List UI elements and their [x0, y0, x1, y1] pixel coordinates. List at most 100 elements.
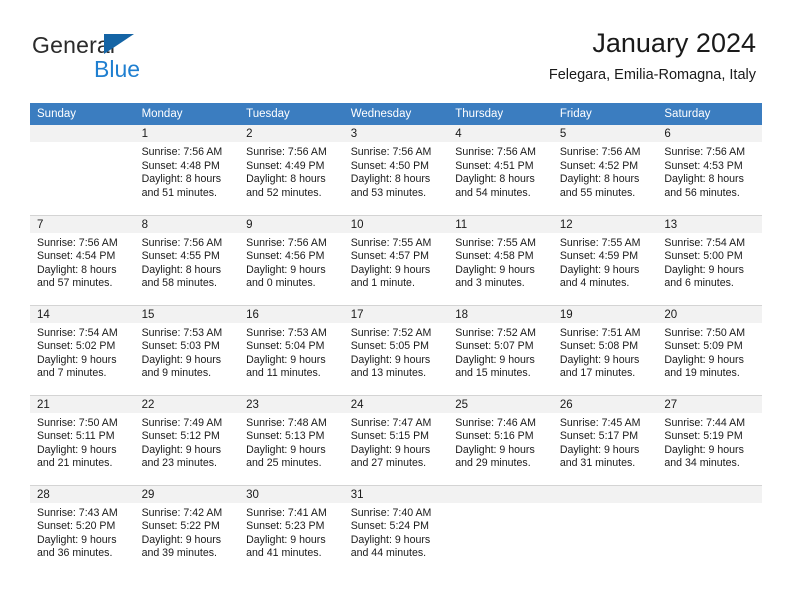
daylight-text-line1: Daylight: 9 hours	[141, 353, 222, 366]
day-cell[interactable]: 7 Sunrise: 7:56 AM Sunset: 4:54 PM Dayli…	[30, 214, 135, 305]
day-cell[interactable]: 15 Sunrise: 7:53 AM Sunset: 5:03 PM Dayl…	[134, 304, 240, 395]
day-cell[interactable]: 19 Sunrise: 7:51 AM Sunset: 5:08 PM Dayl…	[552, 304, 658, 395]
sunrise-text: Sunrise: 7:56 AM	[141, 146, 223, 158]
day-cell[interactable]: 21 Sunrise: 7:50 AM Sunset: 5:11 PM Dayl…	[30, 394, 135, 485]
daylight-text-line2: and 4 minutes.	[559, 277, 630, 290]
sunset-text: Sunset: 5:07 PM	[455, 340, 534, 353]
sunset-text: Sunset: 4:54 PM	[37, 250, 116, 263]
daylight-text-line1: Daylight: 9 hours	[246, 263, 326, 276]
day-cell[interactable]: 16 Sunrise: 7:53 AM Sunset: 5:04 PM Dayl…	[239, 304, 344, 395]
day-number: 12	[552, 215, 658, 233]
day-cell[interactable]: 10 Sunrise: 7:55 AM Sunset: 4:57 PM Dayl…	[343, 214, 449, 305]
day-cell[interactable]: 1 Sunrise: 7:56 AM Sunset: 4:48 PM Dayli…	[134, 125, 240, 215]
page-title: January 2024	[592, 28, 756, 58]
calendar-grid: Sunday Monday Tuesday Wednesday Thursday…	[30, 103, 762, 575]
calendar-body: 1 Sunrise: 7:56 AM Sunset: 4:48 PM Dayli…	[30, 125, 762, 575]
day-details: Sunrise: 7:56 AM Sunset: 4:49 PM Dayligh…	[239, 142, 344, 200]
sunset-text: Sunset: 4:50 PM	[350, 159, 430, 172]
sunset-text: Sunset: 5:22 PM	[141, 520, 220, 533]
sunrise-text: Sunrise: 7:41 AM	[246, 506, 327, 519]
day-cell[interactable]: 31 Sunrise: 7:40 AM Sunset: 5:24 PM Dayl…	[343, 484, 449, 575]
day-cell[interactable]: 4 Sunrise: 7:56 AM Sunset: 4:51 PM Dayli…	[448, 125, 553, 215]
sunrise-text: Sunrise: 7:49 AM	[141, 416, 223, 429]
daylight-text-line1: Daylight: 9 hours	[664, 263, 744, 276]
daylight-text-line1: Daylight: 9 hours	[246, 443, 326, 456]
day-details	[448, 503, 553, 507]
day-details: Sunrise: 7:55 AM Sunset: 4:58 PM Dayligh…	[448, 233, 553, 291]
daylight-text-line2: and 52 minutes.	[246, 186, 322, 199]
daylight-text-line1: Daylight: 9 hours	[559, 443, 640, 456]
day-cell[interactable]: 8 Sunrise: 7:56 AM Sunset: 4:55 PM Dayli…	[134, 214, 240, 305]
daylight-text-line2: and 39 minutes.	[141, 547, 217, 560]
day-number: 21	[30, 395, 135, 413]
sunset-text: Sunset: 4:58 PM	[455, 250, 534, 263]
day-cell[interactable]: 25 Sunrise: 7:46 AM Sunset: 5:16 PM Dayl…	[448, 394, 553, 485]
daylight-text-line1: Daylight: 9 hours	[350, 353, 431, 366]
day-cell[interactable]: 3 Sunrise: 7:56 AM Sunset: 4:50 PM Dayli…	[343, 125, 449, 215]
day-cell[interactable]: 23 Sunrise: 7:48 AM Sunset: 5:13 PM Dayl…	[239, 394, 344, 485]
day-cell[interactable]	[30, 125, 135, 215]
calendar-head: Sunday Monday Tuesday Wednesday Thursday…	[30, 103, 762, 125]
day-cell[interactable]: 14 Sunrise: 7:54 AM Sunset: 5:02 PM Dayl…	[30, 304, 135, 395]
day-details: Sunrise: 7:52 AM Sunset: 5:05 PM Dayligh…	[344, 323, 449, 381]
daylight-text-line2: and 57 minutes.	[37, 277, 113, 290]
sunrise-text: Sunrise: 7:53 AM	[246, 326, 327, 339]
day-cell[interactable]	[657, 484, 762, 575]
day-cell[interactable]: 20 Sunrise: 7:50 AM Sunset: 5:09 PM Dayl…	[657, 304, 762, 395]
day-details: Sunrise: 7:56 AM Sunset: 4:48 PM Dayligh…	[135, 142, 240, 200]
day-number: 1	[134, 125, 240, 142]
page-subtitle: Felegara, Emilia-Romagna, Italy	[548, 67, 756, 83]
daylight-text-line2: and 6 minutes.	[664, 277, 734, 290]
day-number: 25	[448, 395, 553, 413]
sunset-text: Sunset: 5:02 PM	[37, 340, 116, 353]
day-cell[interactable]: 26 Sunrise: 7:45 AM Sunset: 5:17 PM Dayl…	[552, 394, 658, 485]
sunrise-text: Sunrise: 7:55 AM	[559, 236, 641, 249]
day-cell[interactable]: 29 Sunrise: 7:42 AM Sunset: 5:22 PM Dayl…	[134, 484, 240, 575]
day-cell[interactable]: 28 Sunrise: 7:43 AM Sunset: 5:20 PM Dayl…	[30, 484, 135, 575]
day-number	[448, 485, 553, 503]
sunrise-text: Sunrise: 7:56 AM	[350, 146, 432, 158]
day-details: Sunrise: 7:43 AM Sunset: 5:20 PM Dayligh…	[30, 503, 135, 561]
day-cell[interactable]: 11 Sunrise: 7:55 AM Sunset: 4:58 PM Dayl…	[448, 214, 553, 305]
daylight-text-line1: Daylight: 9 hours	[455, 353, 535, 366]
day-cell[interactable]: 27 Sunrise: 7:44 AM Sunset: 5:19 PM Dayl…	[657, 394, 762, 485]
day-cell[interactable]: 22 Sunrise: 7:49 AM Sunset: 5:12 PM Dayl…	[134, 394, 240, 485]
day-cell[interactable]: 24 Sunrise: 7:47 AM Sunset: 5:15 PM Dayl…	[343, 394, 449, 485]
day-details: Sunrise: 7:54 AM Sunset: 5:02 PM Dayligh…	[30, 323, 135, 381]
day-cell[interactable]	[448, 484, 553, 575]
day-details	[30, 142, 135, 146]
day-cell[interactable]: 6 Sunrise: 7:56 AM Sunset: 4:53 PM Dayli…	[657, 125, 762, 215]
day-details: Sunrise: 7:56 AM Sunset: 4:54 PM Dayligh…	[30, 233, 135, 291]
day-cell[interactable]: 13 Sunrise: 7:54 AM Sunset: 5:00 PM Dayl…	[657, 214, 762, 305]
day-number: 31	[343, 485, 449, 503]
daylight-text-line2: and 9 minutes.	[141, 367, 212, 380]
day-details: Sunrise: 7:55 AM Sunset: 4:59 PM Dayligh…	[553, 233, 658, 291]
day-cell[interactable]: 18 Sunrise: 7:52 AM Sunset: 5:07 PM Dayl…	[448, 304, 553, 395]
sunrise-text: Sunrise: 7:44 AM	[664, 416, 746, 429]
daylight-text-line1: Daylight: 9 hours	[246, 353, 326, 366]
day-cell[interactable]: 17 Sunrise: 7:52 AM Sunset: 5:05 PM Dayl…	[343, 304, 449, 395]
day-number: 2	[239, 125, 344, 142]
day-cell[interactable]: 30 Sunrise: 7:41 AM Sunset: 5:23 PM Dayl…	[239, 484, 344, 575]
sunrise-text: Sunrise: 7:56 AM	[141, 236, 223, 249]
daylight-text-line2: and 51 minutes.	[141, 186, 217, 199]
day-cell[interactable]: 9 Sunrise: 7:56 AM Sunset: 4:56 PM Dayli…	[239, 214, 344, 305]
day-number: 24	[343, 395, 449, 413]
sunrise-text: Sunrise: 7:43 AM	[37, 506, 118, 519]
day-cell[interactable]: 2 Sunrise: 7:56 AM Sunset: 4:49 PM Dayli…	[239, 125, 344, 215]
sunset-text: Sunset: 4:57 PM	[350, 250, 430, 263]
day-details: Sunrise: 7:53 AM Sunset: 5:04 PM Dayligh…	[239, 323, 344, 381]
day-number: 15	[134, 305, 240, 323]
logo-triangle-icon	[104, 34, 134, 54]
day-details: Sunrise: 7:51 AM Sunset: 5:08 PM Dayligh…	[553, 323, 658, 381]
sunset-text: Sunset: 4:48 PM	[141, 159, 220, 172]
day-cell[interactable]	[552, 484, 658, 575]
calendar-page: General Blue January 2024 Felegara, Emil…	[0, 0, 792, 612]
day-cell[interactable]: 12 Sunrise: 7:55 AM Sunset: 4:59 PM Dayl…	[552, 214, 658, 305]
day-number: 18	[448, 305, 553, 323]
day-number: 22	[134, 395, 240, 413]
day-cell[interactable]: 5 Sunrise: 7:56 AM Sunset: 4:52 PM Dayli…	[552, 125, 658, 215]
day-number: 4	[448, 125, 553, 142]
day-details: Sunrise: 7:49 AM Sunset: 5:12 PM Dayligh…	[135, 413, 240, 471]
sunset-text: Sunset: 5:00 PM	[664, 250, 743, 263]
